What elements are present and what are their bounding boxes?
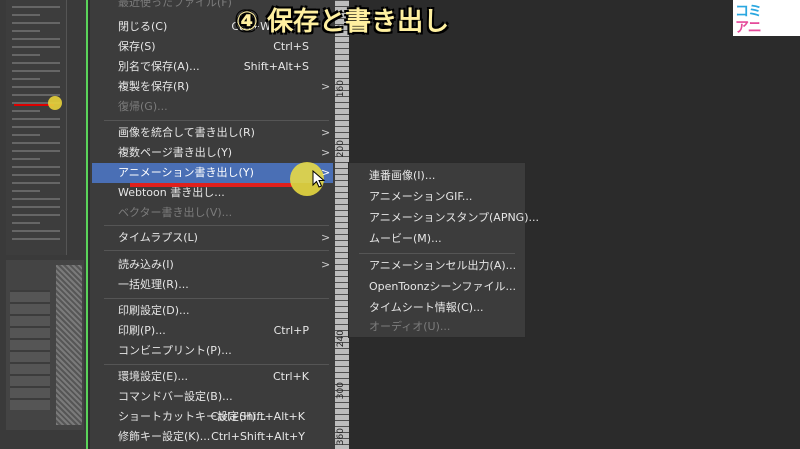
channel-logo: コミ アニ bbox=[733, 0, 800, 36]
submenu-item-movie[interactable]: ムービー(M)... bbox=[369, 230, 442, 248]
menu-item-command-bar[interactable]: コマンドバー設定(B)... bbox=[118, 388, 233, 406]
menu-item-batch[interactable]: 一括処理(R)... bbox=[118, 276, 189, 294]
menu-item-timelapse[interactable]: タイムラプス(L) bbox=[118, 229, 198, 247]
menu-item-modifier-keys[interactable]: 修飾キー設定(K)... bbox=[118, 428, 210, 446]
menu-item-import[interactable]: 読み込み(I) bbox=[118, 256, 174, 274]
shortcut-shortcut-settings: Ctrl+Shift+Alt+K bbox=[210, 410, 305, 423]
menu-item-convenience-print[interactable]: コンビニプリント(P)... bbox=[118, 342, 232, 360]
submenu-item-opentoonz[interactable]: OpenToonzシーンファイル... bbox=[369, 278, 516, 296]
submenu-item-cell-output[interactable]: アニメーションセル出力(A)... bbox=[369, 257, 516, 275]
menu-item-print-setup[interactable]: 印刷設定(D)... bbox=[118, 302, 190, 320]
submenu-item-audio[interactable]: オーディオ(U)... bbox=[369, 318, 450, 336]
menu-item-export-multiple[interactable]: 複数ページ書き出し(Y) bbox=[118, 144, 232, 162]
menu-item-print[interactable]: 印刷(P)... bbox=[118, 322, 166, 340]
submenu-item-apng[interactable]: アニメーションスタンプ(APNG)... bbox=[369, 209, 539, 227]
submenu-item-timesheet[interactable]: タイムシート情報(C)... bbox=[369, 299, 484, 317]
chevron-right-icon: > bbox=[321, 126, 331, 139]
ruler-label: 240 bbox=[336, 330, 346, 348]
file-menu: 最近使ったファイル(F) 閉じる(C) Ctrl+W 保存(S) Ctrl+S … bbox=[90, 0, 335, 449]
shortcut-save-as: Shift+Alt+S bbox=[243, 60, 309, 73]
chevron-right-icon: > bbox=[321, 146, 331, 159]
ruler-label: 160 bbox=[336, 80, 346, 98]
mini-menu bbox=[6, 0, 67, 255]
mouse-pointer-icon bbox=[312, 170, 326, 188]
menu-item-close[interactable]: 閉じる(C) bbox=[118, 18, 167, 36]
shortcut-preferences: Ctrl+K bbox=[272, 370, 309, 383]
menu-item-save-duplicate[interactable]: 複製を保存(R) bbox=[118, 78, 189, 96]
menu-separator bbox=[104, 298, 329, 299]
menu-item-save[interactable]: 保存(S) bbox=[118, 38, 156, 56]
menu-item-recent-files[interactable]: 最近使ったファイル(F) bbox=[118, 0, 232, 12]
chevron-right-icon: > bbox=[321, 258, 331, 271]
chevron-right-icon: > bbox=[321, 80, 331, 93]
shortcut-save: Ctrl+S bbox=[273, 40, 309, 53]
menu-item-export-vector[interactable]: ベクター書き出し(V)... bbox=[118, 204, 232, 222]
menu-item-save-as[interactable]: 別名で保存(A)... bbox=[118, 58, 200, 76]
mini-texture bbox=[56, 265, 82, 425]
logo-text-bottom: アニ bbox=[735, 20, 762, 36]
ruler-label: 360 bbox=[336, 428, 346, 446]
annotation-underline bbox=[130, 183, 292, 187]
context-thumbnail bbox=[0, 0, 88, 449]
animation-export-submenu: 連番画像(I)... アニメーションGIF... アニメーションスタンプ(APN… bbox=[348, 162, 539, 338]
mini-tool-grid bbox=[10, 290, 50, 410]
submenu-item-gif[interactable]: アニメーションGIF... bbox=[369, 188, 472, 206]
menu-item-export-animation[interactable]: アニメーション書き出し(Y) bbox=[118, 164, 254, 182]
shortcut-print: Ctrl+P bbox=[273, 324, 309, 337]
menu-separator bbox=[104, 225, 329, 226]
menu-separator bbox=[359, 253, 515, 254]
chevron-right-icon: > bbox=[321, 231, 331, 244]
menu-separator bbox=[104, 250, 329, 251]
mini-cursor-highlight bbox=[48, 96, 62, 110]
submenu-item-sequence[interactable]: 連番画像(I)... bbox=[369, 167, 435, 185]
step-title: ④ 保存と書き出し bbox=[236, 7, 450, 37]
ruler-label: 200 bbox=[336, 140, 346, 158]
menu-separator bbox=[104, 120, 329, 121]
menu-item-export-single[interactable]: 画像を統合して書き出し(R) bbox=[118, 124, 255, 142]
menu-item-preferences[interactable]: 環境設定(E)... bbox=[118, 368, 188, 386]
menu-item-revert[interactable]: 復帰(G)... bbox=[118, 98, 168, 116]
ruler-label: 300 bbox=[336, 382, 346, 400]
vertical-ruler: 160 200 240 300 360 bbox=[335, 0, 349, 449]
menu-separator bbox=[104, 364, 329, 365]
shortcut-modifier-keys: Ctrl+Shift+Alt+Y bbox=[211, 430, 305, 443]
